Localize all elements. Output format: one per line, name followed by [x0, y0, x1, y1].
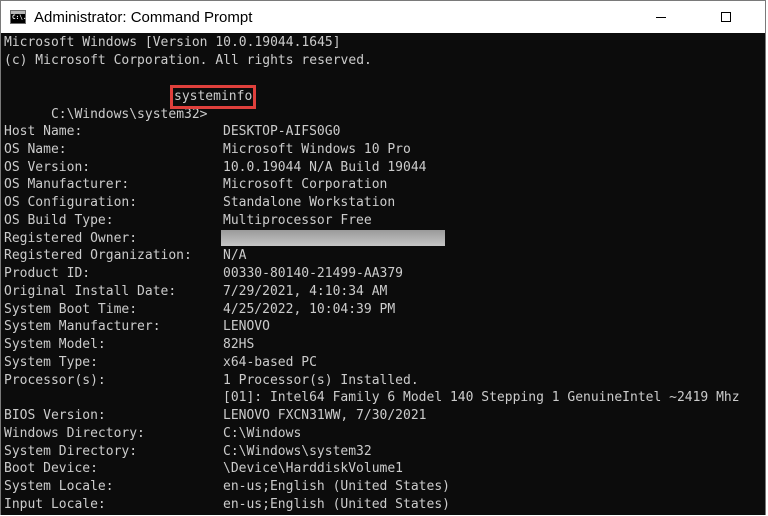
info-label: OS Version:: [4, 159, 91, 175]
info-row: Registered Organization: N/A: [1, 247, 765, 265]
redacted-owner-value: [221, 229, 445, 246]
version-line: Microsoft Windows [Version 10.0.19044.16…: [4, 35, 341, 50]
command-prompt-window: C:\. Administrator: Command Prompt Micro…: [0, 0, 766, 515]
info-row: OS Build Type: Multiprocessor Free: [1, 212, 765, 230]
info-label: BIOS Version:: [4, 408, 106, 423]
highlighted-command: systeminfo: [170, 85, 257, 109]
info-value: C:\Windows\system32: [223, 443, 372, 459]
info-row: OS Manufacturer: Microsoft Corporation: [1, 176, 765, 194]
info-row: System Type: x64-based PC: [1, 354, 765, 372]
info-row: BIOS Version: LENOVO FXCN31WW, 7/30/2021: [1, 407, 765, 425]
info-label: System Locale:: [4, 479, 114, 494]
info-row: Windows Directory: C:\Windows: [1, 425, 765, 443]
info-row: Boot Device: \Device\HarddiskVolume1: [1, 460, 765, 478]
info-value: [01]: Intel64 Family 6 Model 140 Steppin…: [223, 390, 740, 406]
maximize-icon: [721, 12, 731, 22]
info-label: System Manufacturer:: [4, 319, 161, 335]
info-value: en-us;English (United States): [223, 479, 450, 494]
info-label: Boot Device:: [4, 461, 98, 477]
info-label: System Boot Time:: [4, 301, 138, 317]
info-label: Input Locale:: [4, 496, 106, 512]
info-value: 10.0.19044 N/A Build 19044: [223, 159, 427, 175]
info-value: Multiprocessor Free: [223, 212, 372, 228]
info-label: Original Install Date:: [4, 283, 177, 299]
info-row: System Locale: en-us;English (United Stat…: [1, 478, 765, 496]
prompt-path: C:\Windows\system32>: [50, 107, 208, 122]
window-title: Administrator: Command Prompt: [34, 9, 253, 26]
info-row: Registered Owner:: [1, 229, 765, 248]
title-bar[interactable]: C:\. Administrator: Command Prompt: [1, 1, 765, 33]
info-row: Processor(s): 1 Processor(s) Installed.: [1, 372, 765, 390]
info-row: OS Version: 10.0.19044 N/A Build 19044: [1, 159, 765, 177]
info-label: Windows Directory:: [4, 425, 145, 441]
info-value: 7/29/2021, 4:10:34 AM: [223, 283, 388, 299]
info-value: 82HS: [223, 337, 255, 352]
info-label: Registered Organization:: [4, 248, 192, 264]
info-value: Microsoft Corporation: [223, 177, 388, 193]
info-value: \Device\HarddiskVolume1: [223, 461, 404, 477]
info-value: N/A: [223, 248, 247, 264]
info-value: C:\Windows: [223, 425, 302, 441]
info-label: OS Configuration:: [4, 195, 138, 210]
maximize-button[interactable]: [703, 1, 749, 33]
info-label: System Directory:: [4, 443, 138, 459]
minimize-icon: [656, 16, 666, 18]
info-label: System Type:: [4, 354, 98, 370]
info-label: OS Manufacturer:: [4, 177, 130, 193]
cmd-icon[interactable]: C:\.: [10, 10, 26, 24]
info-value: x64-based PC: [223, 354, 317, 370]
info-value: LENOVO FXCN31WW, 7/30/2021: [223, 408, 427, 423]
info-label: OS Name:: [4, 141, 67, 157]
info-row: System Manufacturer: LENOVO: [1, 318, 765, 336]
info-value: LENOVO: [223, 319, 270, 335]
info-row: OS Name: Microsoft Windows 10 Pro: [1, 141, 765, 159]
info-value: en-us;English (United States): [223, 496, 450, 512]
info-label: Registered Owner:: [4, 230, 138, 246]
info-label: Host Name:: [4, 124, 83, 139]
info-row: Input Locale: en-us;English (United State…: [1, 496, 765, 514]
info-row: Host Name: DESKTOP-AIFS0G0: [1, 123, 765, 141]
info-label: OS Build Type:: [4, 212, 114, 228]
info-row: Original Install Date: 7/29/2021, 4:10:34…: [1, 283, 765, 301]
info-value: 1 Processor(s) Installed.: [223, 372, 419, 388]
console-output[interactable]: Microsoft Windows [Version 10.0.19044.16…: [1, 33, 765, 515]
info-value: 4/25/2022, 10:04:39 PM: [223, 301, 396, 317]
cmd-icon-glyph: C:\.: [12, 14, 27, 21]
info-row: System Model: 82HS: [1, 336, 765, 354]
info-value: DESKTOP-AIFS0G0: [223, 124, 341, 139]
copyright-line: (c) Microsoft Corporation. All rights re…: [4, 53, 372, 68]
info-label: System Model:: [4, 337, 106, 352]
minimize-button[interactable]: [638, 1, 684, 33]
info-value: Microsoft Windows 10 Pro: [223, 141, 411, 157]
info-row: OS Configuration: Standalone Workstation: [1, 194, 765, 212]
info-row: [01]: Intel64 Family 6 Model 140 Steppin…: [1, 389, 765, 407]
info-value: Standalone Workstation: [223, 195, 396, 210]
info-row: System Directory: C:\Windows\system32: [1, 443, 765, 461]
info-row: System Boot Time: 4/25/2022, 10:04:39 PM: [1, 301, 765, 319]
info-label: Processor(s):: [4, 372, 106, 388]
info-row: Product ID: 00330-80140-21499-AA379: [1, 265, 765, 283]
info-value: 00330-80140-21499-AA379: [223, 266, 404, 281]
info-label: Product ID:: [4, 266, 91, 281]
prompt-line: C:\Windows\system32> systeminfo: [4, 85, 257, 122]
